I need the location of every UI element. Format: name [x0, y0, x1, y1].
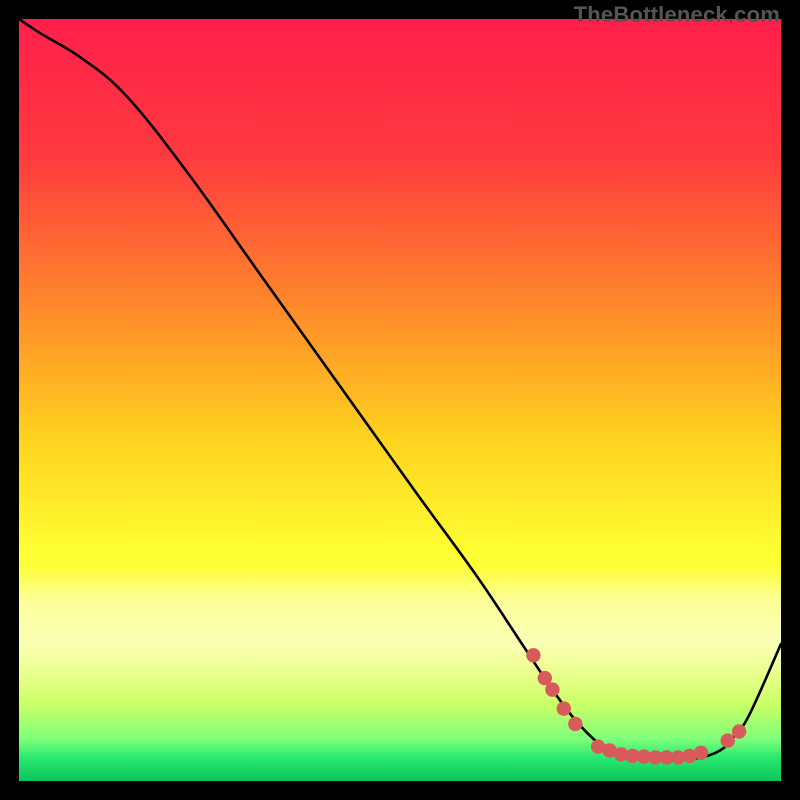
marker-dot [545, 682, 559, 696]
pale-yellow-band [19, 568, 781, 705]
plot-area [19, 19, 781, 781]
marker-dot [721, 733, 735, 747]
watermark-text: TheBottleneck.com [574, 2, 780, 28]
plot-outer [18, 18, 782, 782]
marker-dot [526, 648, 540, 662]
marker-dot [732, 724, 746, 738]
chart-frame: TheBottleneck.com [0, 0, 800, 800]
chart-svg [19, 19, 781, 781]
marker-dot [694, 746, 708, 760]
marker-dot [568, 717, 582, 731]
marker-dot [557, 701, 571, 715]
